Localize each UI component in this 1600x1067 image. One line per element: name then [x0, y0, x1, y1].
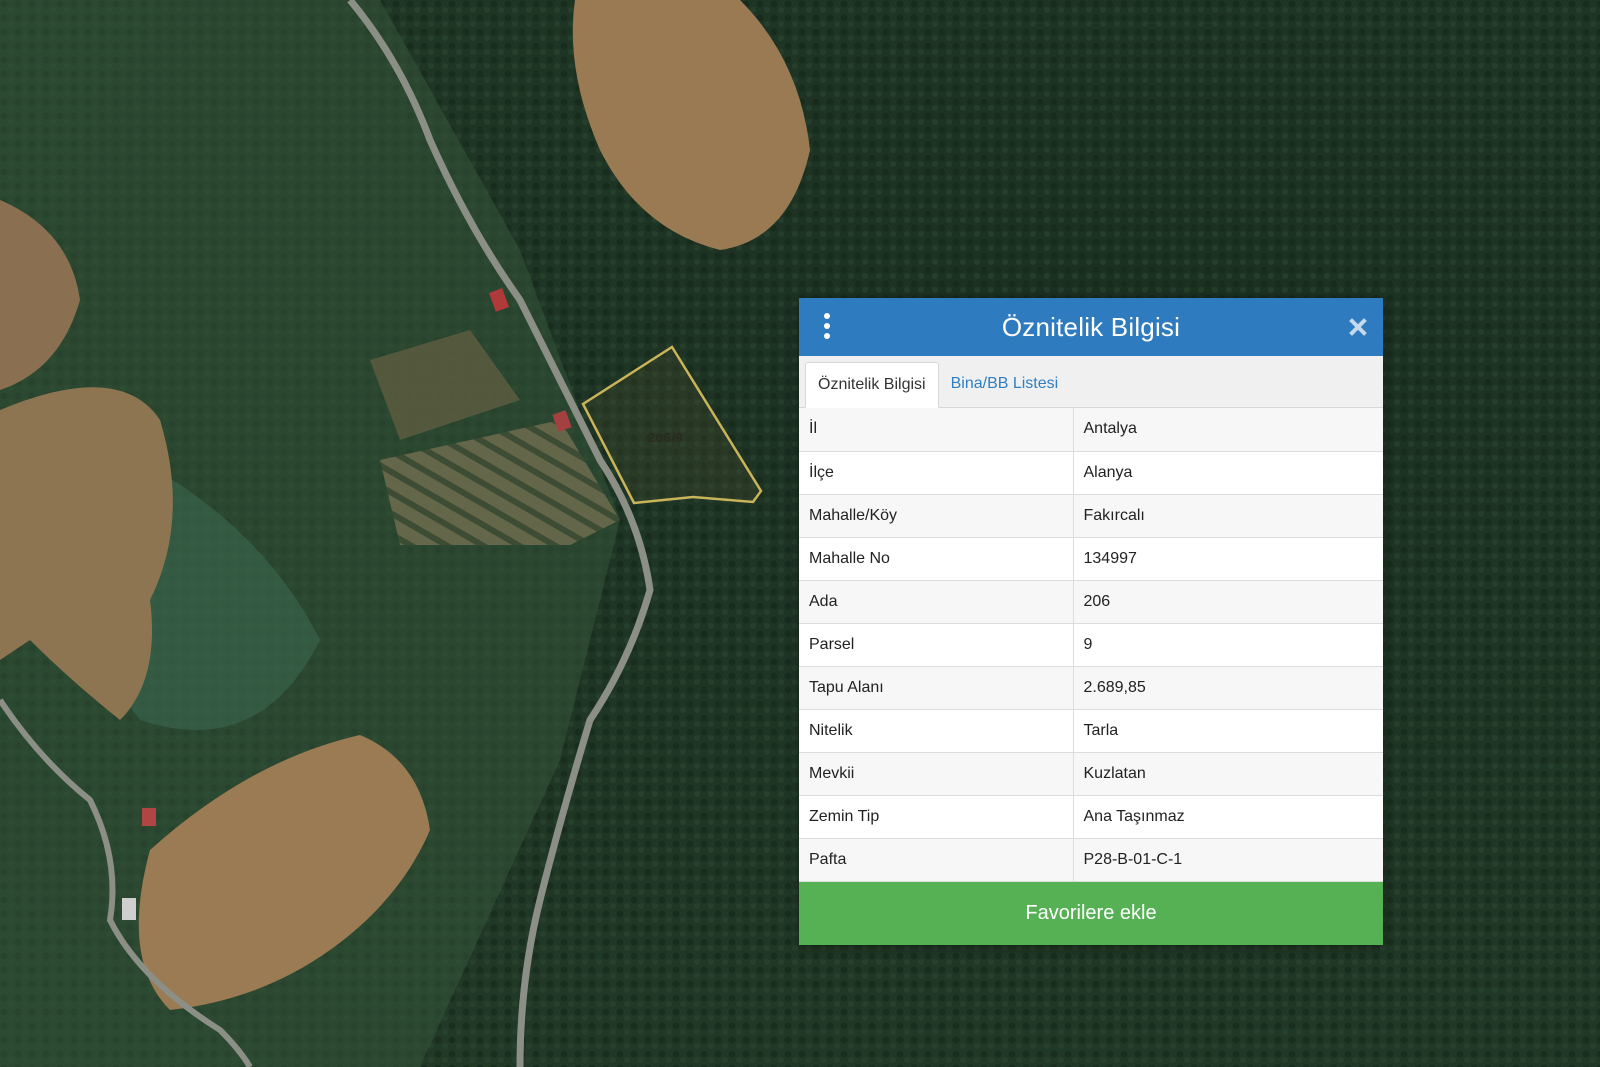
attribute-value: 2.689,85: [1073, 666, 1383, 710]
attribute-value: Kuzlatan: [1073, 752, 1383, 796]
attribute-key: Mahalle/Köy: [799, 494, 1074, 538]
attribute-value: Ana Taşınmaz: [1073, 795, 1383, 839]
table-row: Mevkii Kuzlatan: [799, 752, 1383, 796]
table-row: Ada 206: [799, 580, 1383, 624]
panel-tabs: Öznitelik Bilgisi Bina/BB Listesi: [799, 356, 1383, 408]
table-row: İlçe Alanya: [799, 451, 1383, 495]
panel-header: Öznitelik Bilgisi: [799, 298, 1383, 356]
attribute-value: Alanya: [1073, 451, 1383, 495]
attribute-key: Zemin Tip: [799, 795, 1074, 839]
table-row: Parsel 9: [799, 623, 1383, 667]
add-to-favorites-button[interactable]: Favorilere ekle: [799, 881, 1383, 945]
table-row: Pafta P28-B-01-C-1: [799, 838, 1383, 882]
table-row: Zemin Tip Ana Taşınmaz: [799, 795, 1383, 839]
tab-attribute-info[interactable]: Öznitelik Bilgisi: [805, 362, 939, 408]
attribute-key: Mevkii: [799, 752, 1074, 796]
table-row: İl Antalya: [799, 408, 1383, 452]
attribute-key: Nitelik: [799, 709, 1074, 753]
attribute-key: Parsel: [799, 623, 1074, 667]
table-row: Mahalle No 134997: [799, 537, 1383, 581]
attribute-value: 206: [1073, 580, 1383, 624]
table-row: Tapu Alanı 2.689,85: [799, 666, 1383, 710]
table-row: Mahalle/Köy Fakırcalı: [799, 494, 1383, 538]
attribute-table: İl Antalya İlçe Alanya Mahalle/Köy Fakır…: [799, 408, 1383, 882]
parcel-label: 206/9: [648, 430, 684, 445]
attribute-key: İlçe: [799, 451, 1074, 495]
tab-building-list[interactable]: Bina/BB Listesi: [939, 361, 1071, 407]
attribute-value: 134997: [1073, 537, 1383, 581]
attribute-key: Mahalle No: [799, 537, 1074, 581]
attribute-panel: Öznitelik Bilgisi Öznitelik Bilgisi Bina…: [799, 298, 1383, 945]
attribute-value: Antalya: [1073, 408, 1383, 452]
attribute-value: 9: [1073, 623, 1383, 667]
attribute-key: Tapu Alanı: [799, 666, 1074, 710]
table-row: Nitelik Tarla: [799, 709, 1383, 753]
attribute-key: İl: [799, 408, 1074, 452]
attribute-value: Fakırcalı: [1073, 494, 1383, 538]
attribute-key: Ada: [799, 580, 1074, 624]
attribute-value: P28-B-01-C-1: [1073, 838, 1383, 882]
panel-title: Öznitelik Bilgisi: [1001, 311, 1181, 342]
vertical-dots-icon[interactable]: [819, 313, 835, 339]
attribute-value: Tarla: [1073, 709, 1383, 753]
attribute-key: Pafta: [799, 838, 1074, 882]
close-icon[interactable]: [1349, 318, 1367, 336]
